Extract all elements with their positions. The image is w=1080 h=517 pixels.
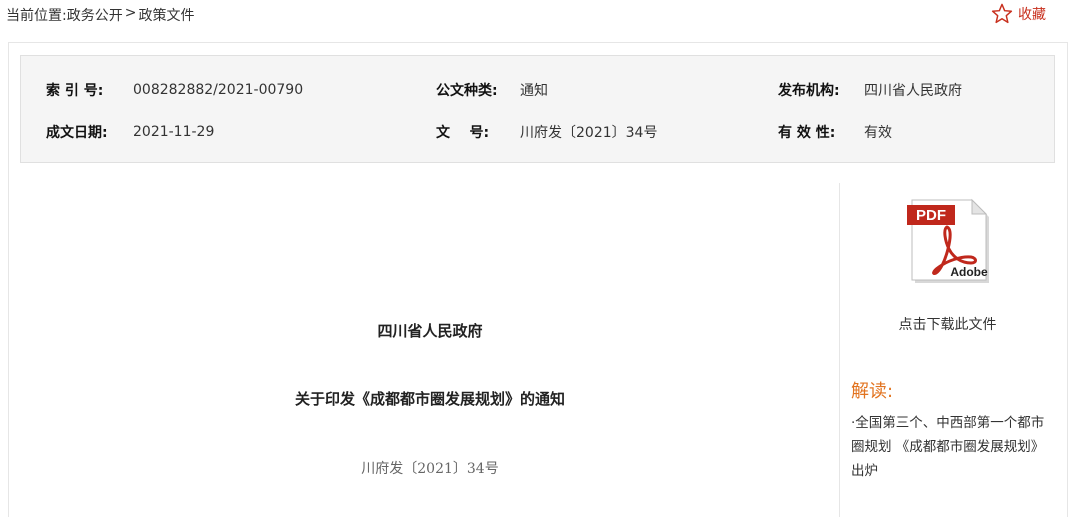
interpretation-heading: 解读: <box>851 381 894 402</box>
meta-validity-label: 有 效 性: <box>778 125 836 141</box>
meta-date: 成文日期: 2021-11-29 <box>46 122 214 142</box>
document-meta-panel: 索 引 号: 008282882/2021-00790 公文种类: 通知 发布机… <box>20 55 1055 163</box>
favorite-button[interactable]: 收藏 <box>991 3 1046 24</box>
meta-issuer-value: 四川省人民政府 <box>864 83 962 99</box>
meta-doc-no: 文 号: 川府发〔2021〕34号 <box>436 122 657 142</box>
document-issuing-org: 四川省人民政府 <box>377 322 483 340</box>
meta-doc-no-label: 文 号: <box>436 125 490 141</box>
breadcrumb: 当前位置: 政务公开 > 政策文件 <box>6 5 194 25</box>
interpretation-link[interactable]: ·全国第三个、中西部第一个都市圈规划 《成都都市圈发展规划》出炉 <box>851 411 1046 483</box>
document-number: 川府发〔2021〕34号 <box>361 461 499 477</box>
download-file-link[interactable]: 点击下载此文件 <box>840 314 1055 334</box>
breadcrumb-separator: > <box>124 5 137 21</box>
meta-index-no-value: 008282882/2021-00790 <box>133 82 304 98</box>
document-body: 四川省人民政府 关于印发《成都都市圈发展规划》的通知 川府发〔2021〕34号 <box>20 183 840 517</box>
meta-date-label: 成文日期: <box>46 125 108 141</box>
pdf-brand-text: Adobe <box>950 265 988 279</box>
breadcrumb-link-policy-docs[interactable]: 政策文件 <box>138 5 194 25</box>
star-outline-icon <box>991 3 1013 24</box>
meta-issuer: 发布机构: 四川省人民政府 <box>778 80 962 100</box>
meta-doc-no-value: 川府发〔2021〕34号 <box>520 125 658 141</box>
meta-validity-value: 有效 <box>864 125 892 141</box>
meta-issuer-label: 发布机构: <box>778 83 840 99</box>
document-title: 关于印发《成都都市圈发展规划》的通知 <box>294 390 565 408</box>
favorite-label: 收藏 <box>1018 6 1046 23</box>
meta-doc-type: 公文种类: 通知 <box>436 80 548 100</box>
pdf-badge-text: PDF <box>916 207 946 224</box>
breadcrumb-prefix: 当前位置: <box>6 8 67 24</box>
meta-date-value: 2021-11-29 <box>133 124 215 140</box>
breadcrumb-link-gov-affairs[interactable]: 政务公开 <box>67 5 123 25</box>
meta-doc-type-value: 通知 <box>520 83 548 99</box>
pdf-adobe-icon[interactable]: PDF Adobe <box>907 197 993 287</box>
meta-index-no: 索 引 号: 008282882/2021-00790 <box>46 80 303 100</box>
meta-index-no-label: 索 引 号: <box>46 83 104 99</box>
meta-doc-type-label: 公文种类: <box>436 83 498 99</box>
meta-validity: 有 效 性: 有效 <box>778 122 892 142</box>
sidebar: PDF Adobe 点击下载此文件 解读: ·全国第三个、中西部第一个都市圈规划… <box>840 183 1055 517</box>
